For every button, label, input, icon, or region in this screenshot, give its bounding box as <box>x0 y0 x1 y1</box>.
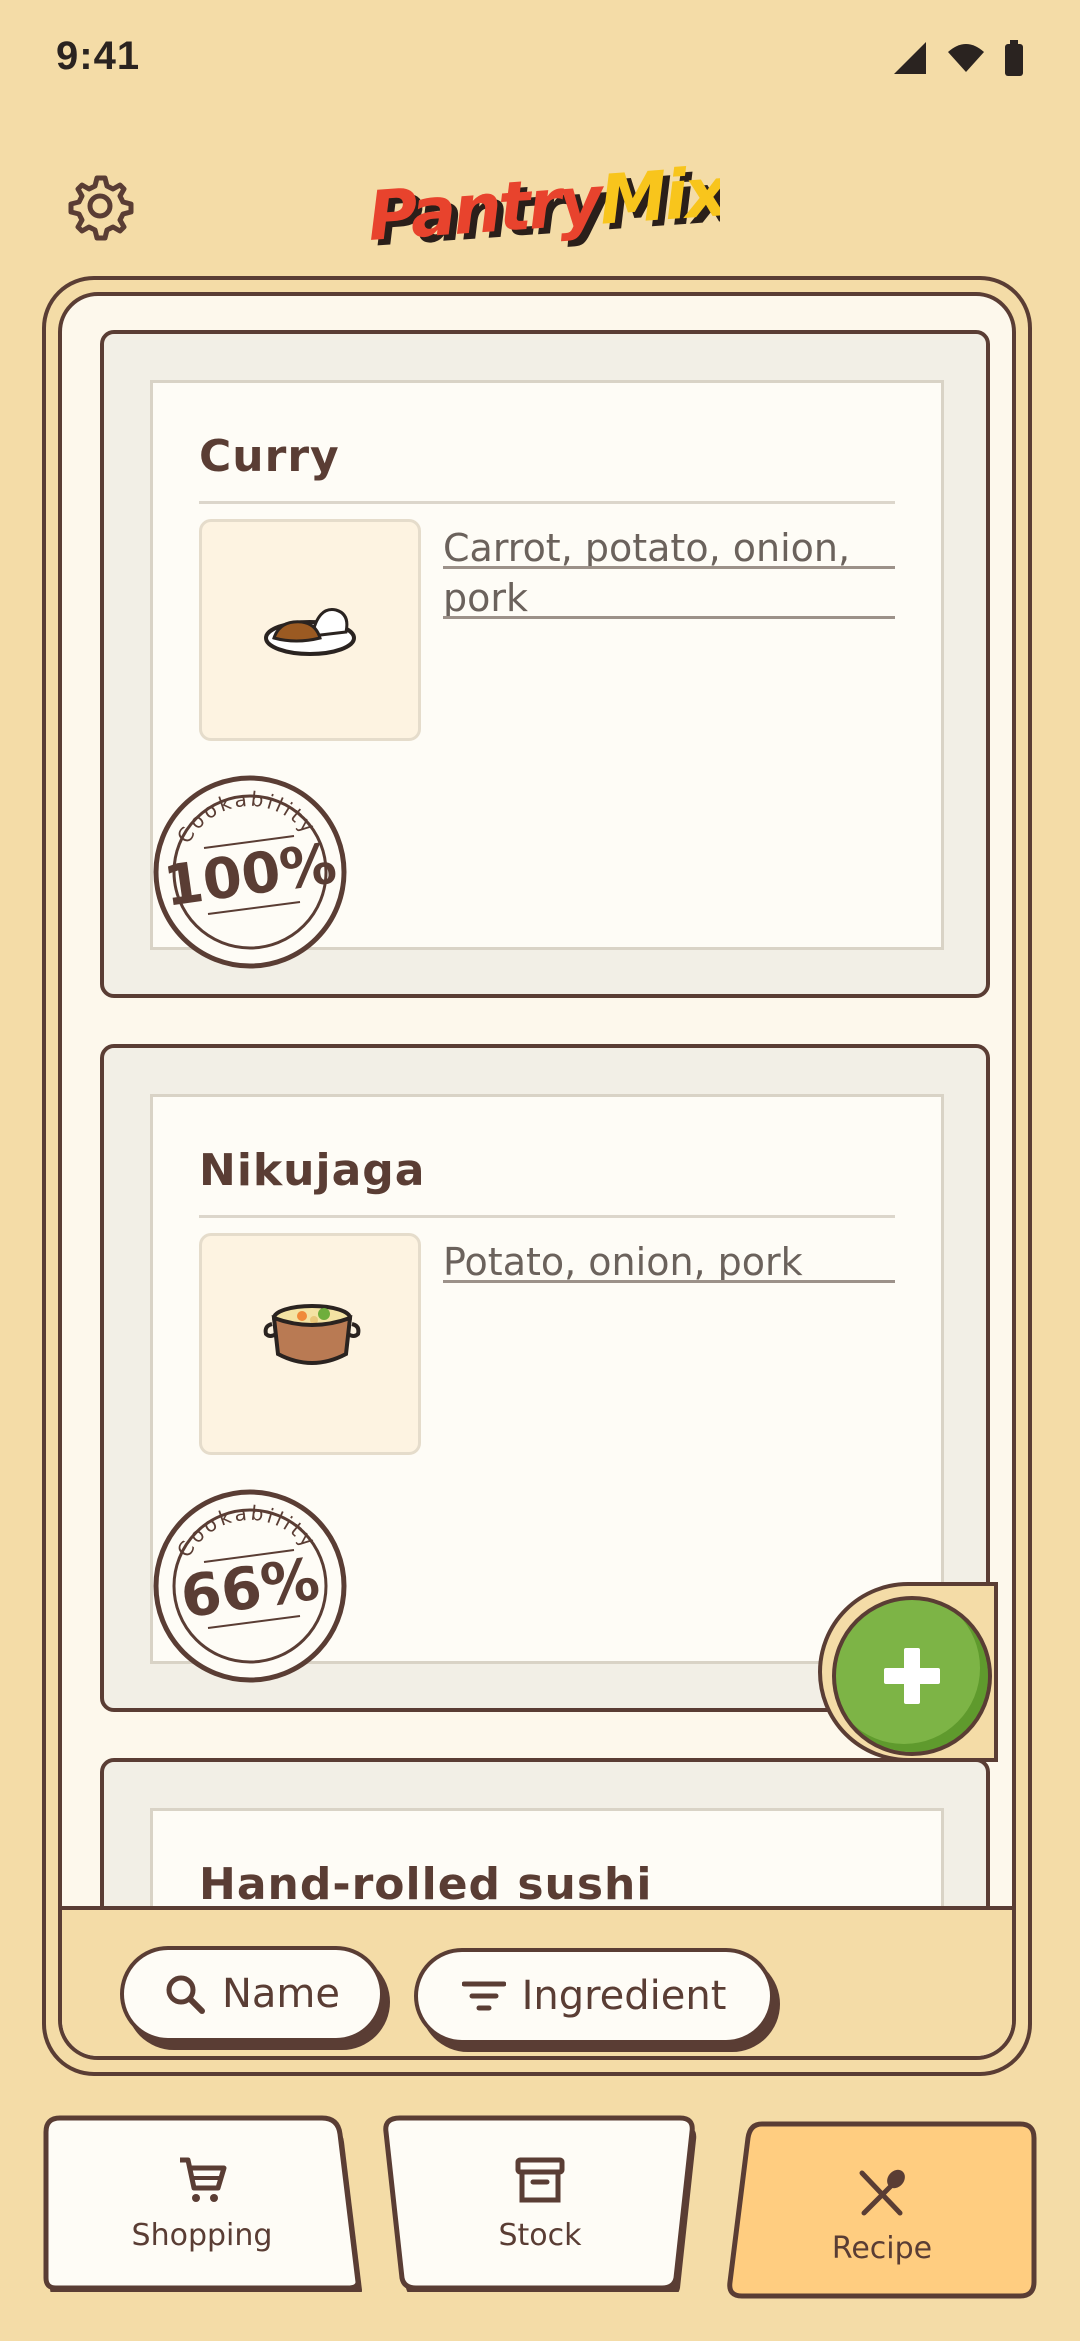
recipe-name: Curry <box>199 431 340 482</box>
tab-shopping[interactable]: Shopping <box>42 2114 362 2292</box>
recipe-panel: Curry Carrot, potato, onion, pork Cookab… <box>42 276 1032 2076</box>
battery-icon <box>1005 40 1023 76</box>
divider <box>199 1215 895 1218</box>
status-bar: 9:41 <box>0 0 1080 120</box>
archive-box-icon <box>515 2157 565 2202</box>
recipe-name: Nikujaga <box>199 1145 426 1196</box>
recipe-card[interactable]: Hand-rolled sushi <box>100 1758 990 1906</box>
filter-by-ingredient-label: Ingredient <box>521 1973 727 2019</box>
ingredients-rule <box>443 1280 895 1283</box>
recipe-card-paper: Hand-rolled sushi <box>150 1808 944 1906</box>
tab-stock[interactable]: Stock <box>380 2114 700 2292</box>
plus-icon <box>884 1648 940 1704</box>
tab-recipe[interactable]: Recipe <box>724 2120 1040 2300</box>
stew-pot-icon <box>263 1304 361 1365</box>
search-by-name-button[interactable]: Name <box>120 1946 384 2042</box>
recipe-card[interactable]: Curry Carrot, potato, onion, pork Cookab… <box>100 330 990 998</box>
fork-spoon-icon <box>859 2169 905 2215</box>
tab-recipe-label: Recipe <box>831 2230 933 2266</box>
app-header: PantryMix PantryMix <box>0 140 1080 270</box>
bottom-nav: Shopping Stock Recipe <box>0 2100 1080 2341</box>
status-icons <box>892 40 1024 76</box>
app-logo: PantryMix PantryMix <box>365 153 720 260</box>
cookability-stamp: Cookability 66% <box>153 1489 347 1683</box>
search-icon <box>166 1975 205 2014</box>
recipe-name: Hand-rolled sushi <box>199 1859 653 1906</box>
settings-button[interactable] <box>64 170 136 242</box>
curry-rice-icon <box>264 608 356 656</box>
add-recipe-button[interactable] <box>832 1596 992 1756</box>
shopping-cart-icon <box>179 2157 227 2202</box>
tab-stock-label: Stock <box>498 2217 582 2253</box>
ingredients-rule <box>443 566 895 569</box>
status-time: 9:41 <box>56 34 141 78</box>
ingredients-rule <box>443 616 895 619</box>
gear-icon <box>68 175 134 241</box>
tab-shopping-label: Shopping <box>131 2217 273 2253</box>
search-by-name-label: Name <box>221 1971 340 2017</box>
recipe-panel-inner: Curry Carrot, potato, onion, pork Cookab… <box>58 292 1016 2060</box>
search-toolbar: Name Ingredient <box>62 1906 1012 2056</box>
cellular-signal-icon <box>894 42 926 74</box>
filter-icon <box>461 1981 506 2011</box>
recipe-thumbnail <box>199 519 421 741</box>
divider <box>199 501 895 504</box>
recipe-ingredients: Carrot, potato, onion, pork <box>443 523 903 623</box>
wifi-icon <box>948 44 984 72</box>
cookability-stamp: Cookability 100% <box>153 775 347 969</box>
add-button-housing <box>818 1582 998 1762</box>
filter-by-ingredient-button[interactable]: Ingredient <box>414 1948 774 2044</box>
recipe-thumbnail <box>199 1233 421 1455</box>
